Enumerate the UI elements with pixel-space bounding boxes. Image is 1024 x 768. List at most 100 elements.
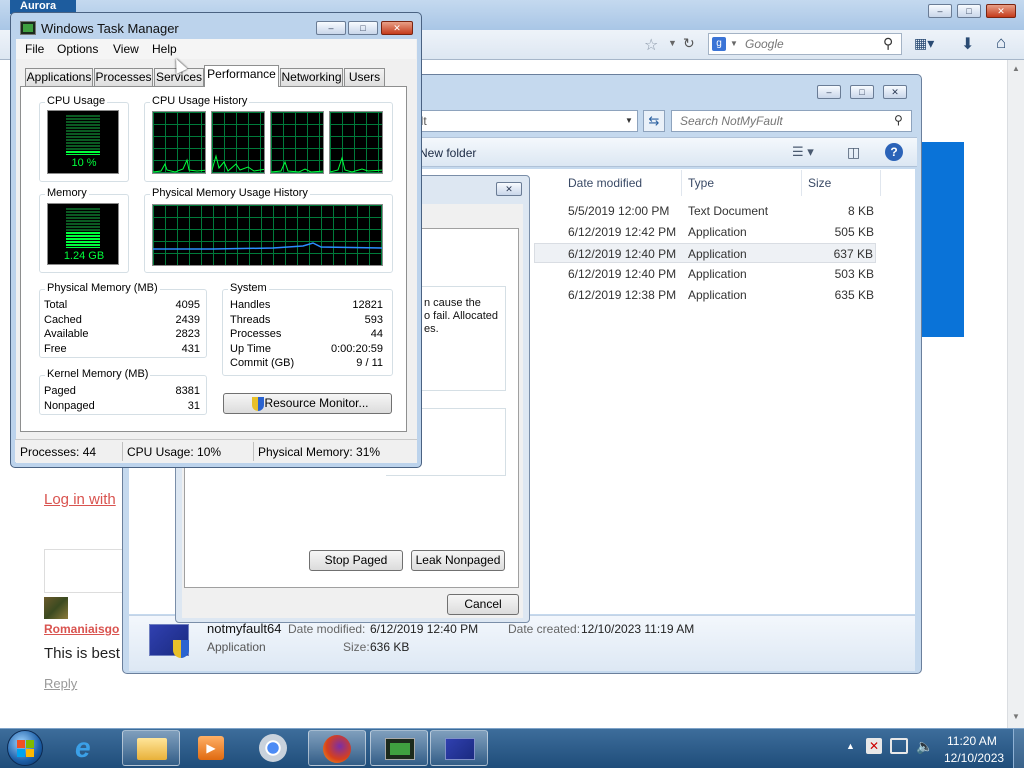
bookmarks-menu-icon[interactable]: ▦▾ xyxy=(914,35,946,53)
tab-networking[interactable]: Networking xyxy=(280,68,343,86)
network-icon[interactable] xyxy=(890,738,908,754)
menu-options[interactable]: Options xyxy=(57,42,98,56)
stat-label: Commit (GB) xyxy=(230,357,295,369)
downloads-icon[interactable]: ⬇ xyxy=(961,34,974,54)
explorer-minimize-button[interactable]: – xyxy=(817,85,841,99)
cpu-history-line xyxy=(212,154,264,172)
taskbar-media-player[interactable]: ▶ xyxy=(183,730,241,766)
file-row[interactable]: 6/12/2019 12:40 PM Application 503 KB xyxy=(534,264,876,284)
taskbar-explorer[interactable] xyxy=(122,730,180,766)
stat-label: Free xyxy=(44,343,67,355)
resource-monitor-button[interactable]: Resource Monitor... xyxy=(223,393,392,414)
column-header-type[interactable]: Type xyxy=(688,176,714,190)
taskbar-firefox[interactable] xyxy=(308,730,366,766)
column-header-date-modified[interactable]: Date modified xyxy=(568,176,642,190)
file-row[interactable]: 6/12/2019 12:42 PM Application 505 KB xyxy=(534,222,876,242)
search-icon[interactable]: ⚲ xyxy=(883,35,893,52)
preview-pane-icon[interactable]: ◫ xyxy=(847,144,860,161)
reply-link[interactable]: Reply xyxy=(44,676,77,691)
stat-value: 0:00:20:59 xyxy=(331,343,383,355)
file-row[interactable]: 5/5/2019 12:00 PM Text Document 8 KB xyxy=(534,201,876,221)
column-divider-2 xyxy=(801,170,802,196)
cancel-button[interactable]: Cancel xyxy=(447,594,519,615)
tab-applications[interactable]: Applications xyxy=(25,68,93,86)
leak-nonpaged-button[interactable]: Leak Nonpaged xyxy=(411,550,505,571)
file-date: 6/12/2019 12:40 PM xyxy=(568,267,677,281)
cpu-history-line xyxy=(271,160,323,173)
cpu-usage-title: CPU Usage xyxy=(45,95,108,107)
stat-label: Threads xyxy=(230,314,271,326)
refresh-icon[interactable]: ⇆ xyxy=(643,110,665,132)
show-desktop-button[interactable] xyxy=(1013,729,1024,768)
comment-author-link[interactable]: Romaniaisgo xyxy=(44,622,119,636)
file-row[interactable]: 6/12/2019 12:38 PM Application 635 KB xyxy=(534,285,876,305)
cpu-history-graph-core1 xyxy=(152,111,206,174)
file-type: Application xyxy=(688,267,747,281)
show-hidden-icons[interactable]: ▲ xyxy=(846,741,855,751)
avatar xyxy=(44,597,68,619)
stat-label: Paged xyxy=(44,385,76,397)
tab-users[interactable]: Users xyxy=(344,68,385,86)
explorer-search-input[interactable]: Search NotMyFault ⚲ xyxy=(671,110,912,132)
taskbar-task-manager[interactable] xyxy=(370,730,428,766)
taskmgr-maximize-button[interactable]: □ xyxy=(348,21,378,35)
folder-icon xyxy=(137,738,167,760)
stat-label: Cached xyxy=(44,314,82,326)
taskmgr-minimize-button[interactable]: – xyxy=(316,21,346,35)
new-folder-button[interactable]: New folder xyxy=(419,146,476,160)
menu-view[interactable]: View xyxy=(113,42,139,56)
reload-icon[interactable]: ↻ xyxy=(683,35,695,52)
explorer-search-placeholder: Search NotMyFault xyxy=(680,114,783,128)
taskbar-internet-explorer[interactable]: e xyxy=(61,730,119,766)
file-type: Application xyxy=(688,247,747,261)
menu-file[interactable]: File xyxy=(25,42,44,56)
explorer-search-icon[interactable]: ⚲ xyxy=(894,113,903,127)
taskbar-chrome[interactable] xyxy=(245,730,303,766)
menu-help[interactable]: Help xyxy=(152,42,177,56)
status-bar: Processes: 44 CPU Usage: 10% Physical Me… xyxy=(15,439,417,462)
description-text: n cause the o fail. Allocated es. xyxy=(424,297,498,336)
details-size-value: 636 KB xyxy=(370,640,410,654)
clock-time[interactable]: 11:20 AM xyxy=(947,734,997,748)
browser-maximize-button[interactable]: □ xyxy=(957,4,981,18)
file-size: 8 KB xyxy=(847,204,874,218)
stat-row: Available 2823 xyxy=(40,328,206,342)
address-bar[interactable]: ult ▼ xyxy=(411,110,638,132)
browser-minimize-button[interactable]: – xyxy=(928,4,952,18)
start-button[interactable] xyxy=(7,730,43,766)
search-engine-dropdown-icon[interactable]: ▼ xyxy=(730,39,738,48)
search-box[interactable]: g ▼ Google ⚲ xyxy=(708,33,902,55)
file-row-selected[interactable]: 6/12/2019 12:40 PM Application 637 KB xyxy=(534,243,876,263)
view-options-icon[interactable]: ☰ ▾ xyxy=(792,144,814,160)
stop-paged-button[interactable]: Stop Paged xyxy=(309,550,403,571)
bookmark-star-icon[interactable]: ☆ xyxy=(644,35,658,55)
action-center-icon[interactable]: ✕ xyxy=(866,738,882,754)
scroll-up-arrow-icon[interactable]: ▲ xyxy=(1012,64,1020,73)
column-header-size[interactable]: Size xyxy=(808,176,831,190)
dialog-close-button[interactable]: ✕ xyxy=(496,182,522,196)
tab-performance[interactable]: Performance xyxy=(204,65,279,87)
taskbar-notmyfault[interactable] xyxy=(430,730,488,766)
stat-label: Processes xyxy=(230,328,282,340)
tab-processes[interactable]: Processes xyxy=(94,68,153,86)
history-dropdown-icon[interactable]: ▼ xyxy=(668,38,677,48)
page-scrollbar[interactable]: ▲ ▼ xyxy=(1007,60,1024,728)
status-memory: Physical Memory: 31% xyxy=(258,445,381,459)
explorer-maximize-button[interactable]: □ xyxy=(850,85,874,99)
cpu-history-line xyxy=(153,158,205,173)
clock-date[interactable]: 12/10/2023 xyxy=(944,751,1004,765)
browser-close-button[interactable]: ✕ xyxy=(986,4,1016,18)
memory-history-title: Physical Memory Usage History xyxy=(150,187,310,199)
taskmgr-close-button[interactable]: ✕ xyxy=(381,21,413,35)
home-icon[interactable]: ⌂ xyxy=(996,33,1006,53)
explorer-close-button[interactable]: ✕ xyxy=(883,85,907,99)
volume-icon[interactable]: 🔈 xyxy=(916,738,933,755)
scroll-down-arrow-icon[interactable]: ▼ xyxy=(1012,712,1020,721)
stat-row: Threads 593 xyxy=(223,314,392,328)
help-icon[interactable]: ? xyxy=(885,143,903,161)
address-dropdown-icon[interactable]: ▼ xyxy=(625,116,633,125)
login-link[interactable]: Log in with xyxy=(44,491,116,508)
column-divider-3 xyxy=(880,170,881,196)
file-size: 503 KB xyxy=(834,267,874,281)
stat-value: 2823 xyxy=(175,328,200,340)
